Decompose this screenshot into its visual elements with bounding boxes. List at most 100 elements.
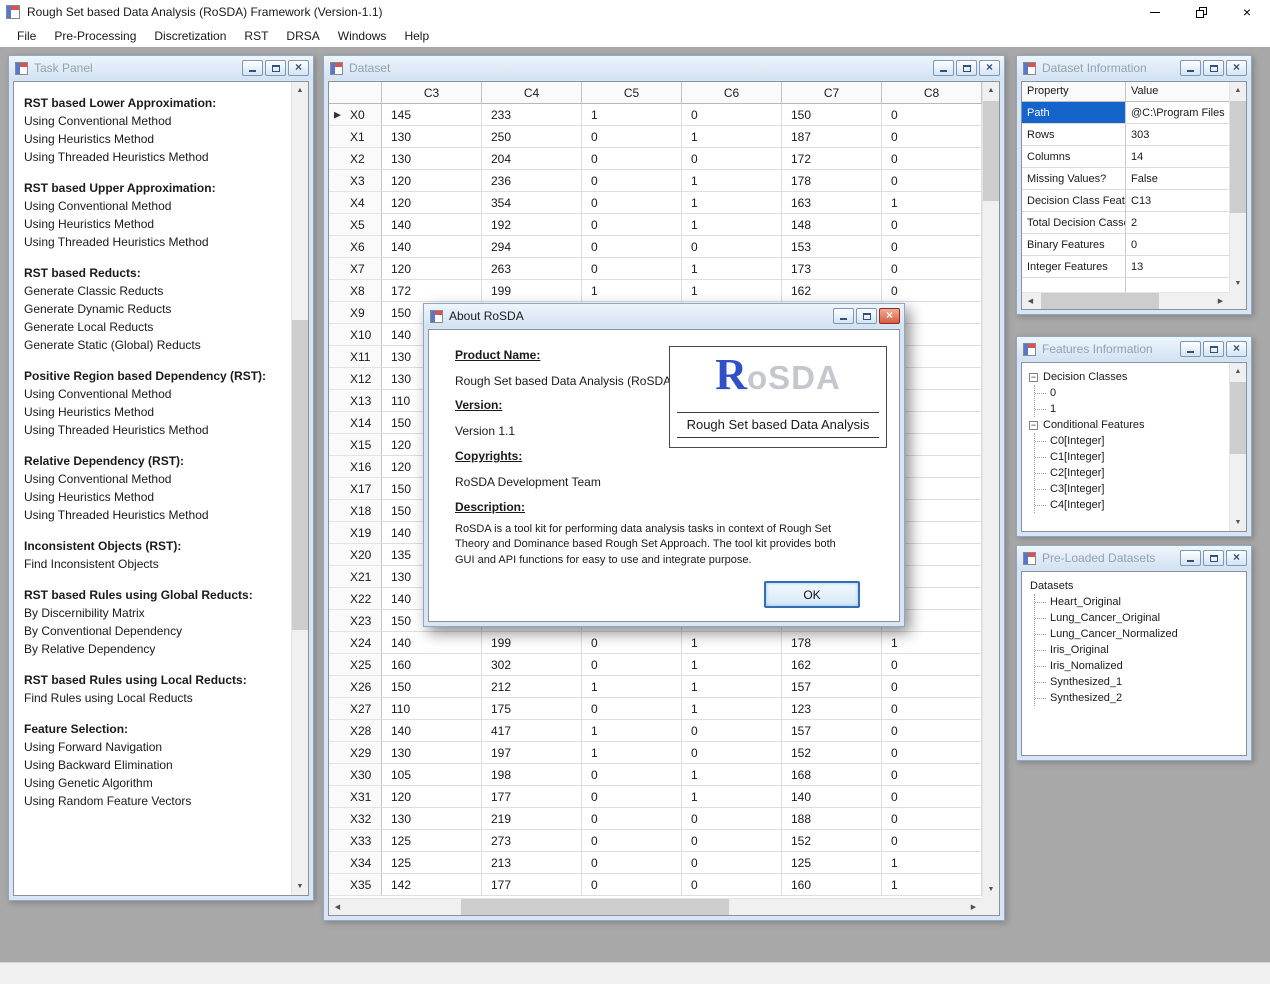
table-cell[interactable]: 130 bbox=[382, 808, 482, 830]
table-cell[interactable]: 148 bbox=[782, 214, 882, 236]
ok-button[interactable]: OK bbox=[764, 581, 860, 608]
table-cell[interactable]: 1 bbox=[582, 676, 682, 698]
row-header[interactable]: X25 bbox=[329, 654, 382, 676]
scrollbar-thumb[interactable] bbox=[1230, 101, 1246, 213]
scrollbar-thumb[interactable] bbox=[461, 899, 729, 915]
table-cell[interactable]: 140 bbox=[382, 720, 482, 742]
property-value-cell[interactable]: @C:\Program Files bbox=[1126, 102, 1229, 124]
table-cell[interactable]: 162 bbox=[782, 654, 882, 676]
row-header[interactable]: X24 bbox=[329, 632, 382, 654]
row-header[interactable]: X2 bbox=[329, 148, 382, 170]
table-cell[interactable]: 162 bbox=[782, 280, 882, 302]
row-header[interactable]: X19 bbox=[329, 522, 382, 544]
row-header[interactable]: X30 bbox=[329, 764, 382, 786]
table-cell[interactable]: 199 bbox=[482, 280, 582, 302]
task-item[interactable]: Generate Dynamic Reducts bbox=[24, 300, 291, 318]
about-close-button[interactable]: × bbox=[879, 308, 900, 324]
table-cell[interactable]: 1 bbox=[682, 632, 782, 654]
collapse-expander-icon[interactable]: − bbox=[1029, 421, 1038, 430]
table-cell[interactable]: 197 bbox=[482, 742, 582, 764]
table-cell[interactable]: 160 bbox=[782, 874, 882, 896]
table-cell[interactable]: 160 bbox=[382, 654, 482, 676]
grid-corner-cell[interactable] bbox=[329, 82, 382, 103]
row-header[interactable]: X18 bbox=[329, 500, 382, 522]
task-item[interactable]: Using Conventional Method bbox=[24, 385, 291, 403]
tree-item[interactable]: Iris_Original bbox=[1035, 642, 1244, 658]
table-cell[interactable]: 0 bbox=[582, 764, 682, 786]
table-cell[interactable]: 1 bbox=[682, 192, 782, 214]
value-column-header[interactable]: Value bbox=[1126, 82, 1229, 101]
table-cell[interactable]: 1 bbox=[882, 874, 982, 896]
table-cell[interactable]: 0 bbox=[582, 192, 682, 214]
preloaded-datasets-minimize-button[interactable] bbox=[1180, 550, 1201, 566]
table-cell[interactable]: 1 bbox=[682, 786, 782, 808]
scroll-right-button[interactable]: ▶ bbox=[1212, 293, 1229, 309]
table-cell[interactable]: 1 bbox=[682, 126, 782, 148]
scroll-down-button[interactable]: ▼ bbox=[1230, 275, 1246, 292]
row-header[interactable]: X5 bbox=[329, 214, 382, 236]
task-item[interactable]: Find Inconsistent Objects bbox=[24, 555, 291, 573]
table-cell[interactable]: 0 bbox=[882, 654, 982, 676]
task-item[interactable]: Using Threaded Heuristics Method bbox=[24, 233, 291, 251]
table-cell[interactable]: 0 bbox=[582, 214, 682, 236]
scroll-up-button[interactable]: ▲ bbox=[1230, 363, 1246, 380]
property-value-cell[interactable]: 303 bbox=[1126, 124, 1229, 146]
dataset-information-titlebar[interactable]: Dataset Information × bbox=[1017, 56, 1251, 80]
table-cell[interactable]: 212 bbox=[482, 676, 582, 698]
table-cell[interactable]: 152 bbox=[782, 742, 882, 764]
features-information-maximize-button[interactable] bbox=[1203, 341, 1224, 357]
table-cell[interactable]: 1 bbox=[582, 104, 682, 126]
table-cell[interactable]: 140 bbox=[382, 632, 482, 654]
table-cell[interactable]: 1 bbox=[682, 214, 782, 236]
table-cell[interactable]: 125 bbox=[382, 830, 482, 852]
table-cell[interactable]: 0 bbox=[582, 698, 682, 720]
preloaded-datasets-titlebar[interactable]: Pre-Loaded Datasets × bbox=[1017, 546, 1251, 570]
table-cell[interactable]: 0 bbox=[882, 830, 982, 852]
property-name-cell[interactable]: Total Decision Casses bbox=[1022, 212, 1126, 234]
task-panel-titlebar[interactable]: Task Panel × bbox=[9, 56, 313, 80]
property-value-cell[interactable]: C13 bbox=[1126, 190, 1229, 212]
tree-item[interactable]: Heart_Original bbox=[1035, 594, 1244, 610]
table-cell[interactable]: 163 bbox=[782, 192, 882, 214]
table-cell[interactable]: 0 bbox=[882, 280, 982, 302]
row-header[interactable]: X12 bbox=[329, 368, 382, 390]
task-item[interactable]: Using Threaded Heuristics Method bbox=[24, 421, 291, 439]
scrollbar-thumb[interactable] bbox=[1041, 293, 1159, 309]
row-header[interactable]: X32 bbox=[329, 808, 382, 830]
tree-item[interactable]: C3[Integer] bbox=[1035, 481, 1227, 497]
table-cell[interactable]: 0 bbox=[682, 808, 782, 830]
property-name-cell[interactable]: Integer Features bbox=[1022, 256, 1126, 278]
table-cell[interactable]: 0 bbox=[682, 874, 782, 896]
table-cell[interactable]: 173 bbox=[782, 258, 882, 280]
restore-button[interactable] bbox=[1178, 0, 1224, 24]
table-cell[interactable]: 0 bbox=[882, 214, 982, 236]
table-cell[interactable]: 0 bbox=[582, 258, 682, 280]
task-item[interactable]: Find Rules using Local Reducts bbox=[24, 689, 291, 707]
table-cell[interactable]: 219 bbox=[482, 808, 582, 830]
table-cell[interactable]: 0 bbox=[682, 742, 782, 764]
table-cell[interactable]: 142 bbox=[382, 874, 482, 896]
scroll-down-button[interactable]: ▼ bbox=[1230, 514, 1246, 531]
table-cell[interactable]: 177 bbox=[482, 786, 582, 808]
scroll-up-button[interactable]: ▲ bbox=[983, 82, 999, 99]
table-cell[interactable]: 0 bbox=[582, 170, 682, 192]
table-cell[interactable]: 0 bbox=[882, 170, 982, 192]
scroll-left-button[interactable]: ◀ bbox=[329, 899, 346, 915]
table-cell[interactable]: 263 bbox=[482, 258, 582, 280]
tree-item[interactable]: Lung_Cancer_Normalized bbox=[1035, 626, 1244, 642]
tree-item[interactable]: C2[Integer] bbox=[1035, 465, 1227, 481]
property-name-cell[interactable]: Binary Features bbox=[1022, 234, 1126, 256]
table-cell[interactable]: 130 bbox=[382, 148, 482, 170]
column-header[interactable]: C3 bbox=[382, 82, 482, 103]
menu-item-rst[interactable]: RST bbox=[235, 25, 277, 47]
preloaded-datasets-maximize-button[interactable] bbox=[1203, 550, 1224, 566]
table-cell[interactable]: 0 bbox=[682, 104, 782, 126]
task-item[interactable]: Using Heuristics Method bbox=[24, 488, 291, 506]
table-cell[interactable]: 145 bbox=[382, 104, 482, 126]
table-cell[interactable]: 105 bbox=[382, 764, 482, 786]
table-cell[interactable]: 0 bbox=[882, 808, 982, 830]
task-item[interactable]: Using Threaded Heuristics Method bbox=[24, 506, 291, 524]
task-panel-close-button[interactable]: × bbox=[288, 60, 309, 76]
dataset-information-maximize-button[interactable] bbox=[1203, 60, 1224, 76]
table-cell[interactable]: 150 bbox=[382, 676, 482, 698]
